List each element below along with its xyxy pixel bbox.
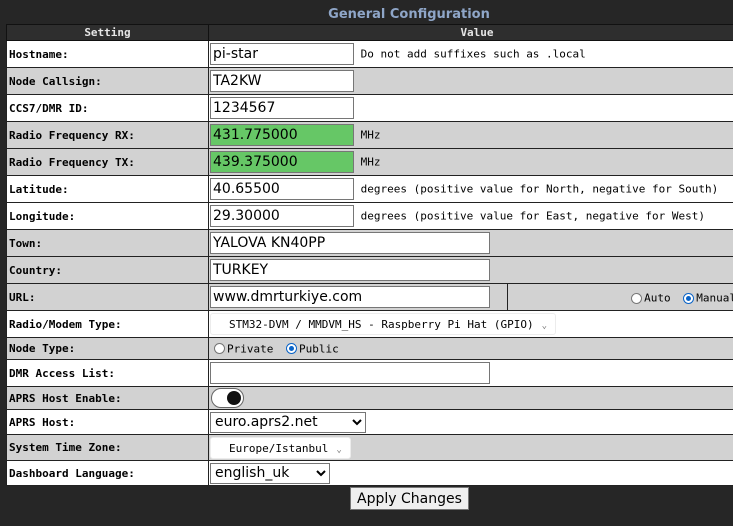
freq-tx-label: Radio Frequency TX: bbox=[6, 148, 209, 176]
dmr-id-input[interactable] bbox=[210, 97, 354, 119]
table-row: System Time Zone: Europe/Istanbul ⌄ bbox=[6, 434, 733, 461]
freq-rx-label: Radio Frequency RX: bbox=[6, 121, 209, 149]
callsign-input[interactable] bbox=[210, 70, 354, 92]
table-row: CCS7/DMR ID: bbox=[6, 94, 733, 122]
table-row: Node Type: Private Public bbox=[6, 337, 733, 360]
town-label: Town: bbox=[6, 229, 209, 257]
dmr-access-input[interactable] bbox=[210, 362, 490, 384]
latitude-input[interactable] bbox=[210, 178, 354, 200]
timezone-select[interactable]: Europe/Istanbul ⌄ bbox=[210, 436, 351, 459]
timezone-label: System Time Zone: bbox=[6, 434, 209, 461]
town-input[interactable] bbox=[210, 232, 490, 254]
table-row: URL: Auto Manual bbox=[6, 283, 733, 311]
node-type-label: Node Type: bbox=[6, 337, 209, 360]
node-private-radio[interactable] bbox=[214, 343, 225, 355]
aprs-host-label: APRS Host: bbox=[6, 409, 209, 435]
hostname-input[interactable] bbox=[210, 43, 354, 65]
section-title: General Configuration bbox=[328, 7, 490, 22]
table-row: Radio Frequency TX: MHz bbox=[6, 148, 733, 176]
table-row: DMR Access List: bbox=[6, 359, 733, 387]
table-row: Longitude: degrees (positive value for E… bbox=[6, 202, 733, 230]
freq-tx-unit: MHz bbox=[360, 155, 381, 169]
table-row: APRS Host Enable: bbox=[6, 386, 733, 410]
col-value-header: Value bbox=[208, 24, 733, 41]
table-row: Radio/Modem Type: STM32-DVM / MMDVM_HS -… bbox=[6, 310, 733, 338]
freq-rx-input[interactable] bbox=[210, 124, 354, 146]
country-label: Country: bbox=[6, 256, 209, 284]
timezone-value: Europe/Istanbul bbox=[229, 441, 329, 455]
col-setting-header: Setting bbox=[6, 24, 209, 41]
apply-changes-button[interactable]: Apply Changes bbox=[350, 487, 469, 510]
modem-select[interactable]: STM32-DVM / MMDVM_HS - Raspberry Pi Hat … bbox=[210, 313, 557, 335]
config-table: Setting Value Hostname: Do not add suffi… bbox=[6, 24, 733, 486]
dmr-access-label: DMR Access List: bbox=[6, 359, 209, 387]
table-row: Node Callsign: bbox=[6, 67, 733, 95]
node-public-label: Public bbox=[298, 342, 339, 356]
node-private-label: Private bbox=[227, 342, 274, 356]
table-row: Country: bbox=[6, 256, 733, 284]
url-input[interactable] bbox=[210, 286, 490, 308]
hostname-label: Hostname: bbox=[6, 40, 209, 68]
table-row: APRS Host: euro.aprs2.net bbox=[6, 409, 733, 435]
longitude-label: Longitude: bbox=[6, 202, 209, 230]
table-row: Town: bbox=[6, 229, 733, 257]
url-manual-label: Manual bbox=[696, 291, 733, 305]
aprs-enable-toggle[interactable] bbox=[211, 388, 244, 408]
longitude-input[interactable] bbox=[210, 205, 354, 227]
freq-rx-unit: MHz bbox=[360, 128, 381, 142]
url-label: URL: bbox=[6, 283, 209, 311]
url-auto-radio[interactable] bbox=[631, 292, 643, 304]
node-public-radio[interactable] bbox=[285, 343, 297, 355]
toggle-knob bbox=[227, 391, 241, 405]
longitude-note: degrees (positive value for East, negati… bbox=[360, 209, 705, 223]
dmr-id-label: CCS7/DMR ID: bbox=[6, 94, 209, 122]
url-manual-radio[interactable] bbox=[683, 292, 695, 304]
latitude-note: degrees (positive value for North, negat… bbox=[360, 182, 719, 196]
chevron-down-icon: ⌄ bbox=[541, 321, 548, 331]
table-row: Radio Frequency RX: MHz bbox=[6, 121, 733, 149]
modem-label: Radio/Modem Type: bbox=[6, 310, 209, 338]
freq-tx-input[interactable] bbox=[210, 151, 354, 173]
table-header: Setting Value bbox=[6, 24, 733, 41]
modem-value: STM32-DVM / MMDVM_HS - Raspberry Pi Hat … bbox=[229, 318, 534, 331]
latitude-label: Latitude: bbox=[6, 175, 209, 203]
hostname-note: Do not add suffixes such as .local bbox=[360, 47, 586, 61]
aprs-host-select[interactable]: euro.aprs2.net bbox=[210, 411, 366, 433]
url-auto-label: Auto bbox=[644, 291, 671, 305]
table-row: Hostname: Do not add suffixes such as .l… bbox=[6, 40, 733, 68]
table-row: Dashboard Language: english_uk bbox=[6, 460, 733, 486]
chevron-down-icon: ⌄ bbox=[336, 444, 342, 455]
aprs-enable-label: APRS Host Enable: bbox=[6, 386, 209, 410]
country-input[interactable] bbox=[210, 259, 490, 281]
callsign-label: Node Callsign: bbox=[6, 67, 209, 95]
language-select[interactable]: english_uk bbox=[210, 462, 330, 484]
table-row: Latitude: degrees (positive value for No… bbox=[6, 175, 733, 203]
language-label: Dashboard Language: bbox=[6, 460, 209, 486]
